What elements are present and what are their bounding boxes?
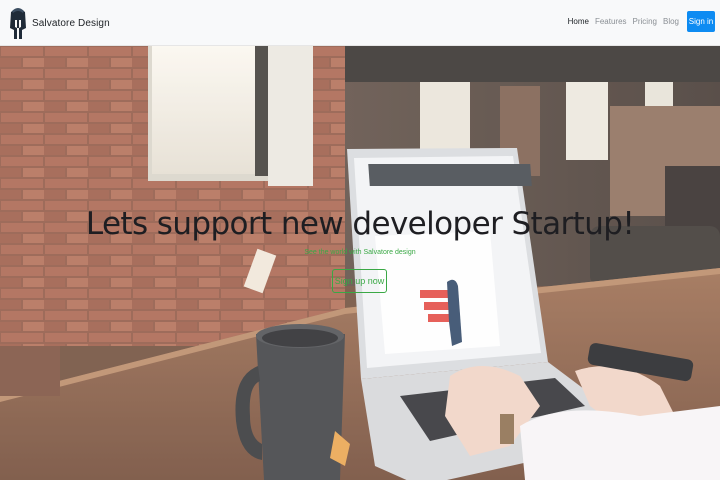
- hero-overlay: [0, 46, 720, 480]
- nav-link-home[interactable]: Home: [568, 17, 589, 26]
- brand-link[interactable]: Salvatore Design: [6, 5, 110, 41]
- hero-title: Lets support new developer Startup!: [85, 206, 635, 242]
- hero-subtitle: See the world with Salvatore design: [304, 249, 416, 256]
- brand-name: Salvatore Design: [32, 17, 110, 29]
- nav-link-pricing[interactable]: Pricing: [633, 17, 657, 26]
- hero-section: Lets support new developer Startup! See …: [0, 46, 720, 480]
- spartan-helmet-icon: [10, 8, 26, 39]
- nav-link-blog[interactable]: Blog: [663, 17, 679, 26]
- sign-in-button[interactable]: Sign in: [687, 11, 715, 32]
- nav-links: Home Features Pricing Blog Sign in: [568, 11, 715, 32]
- nav-link-features[interactable]: Features: [595, 17, 627, 26]
- sign-up-button[interactable]: Sign up now: [332, 269, 387, 293]
- navbar: Salvatore Design Home Features Pricing B…: [0, 0, 720, 46]
